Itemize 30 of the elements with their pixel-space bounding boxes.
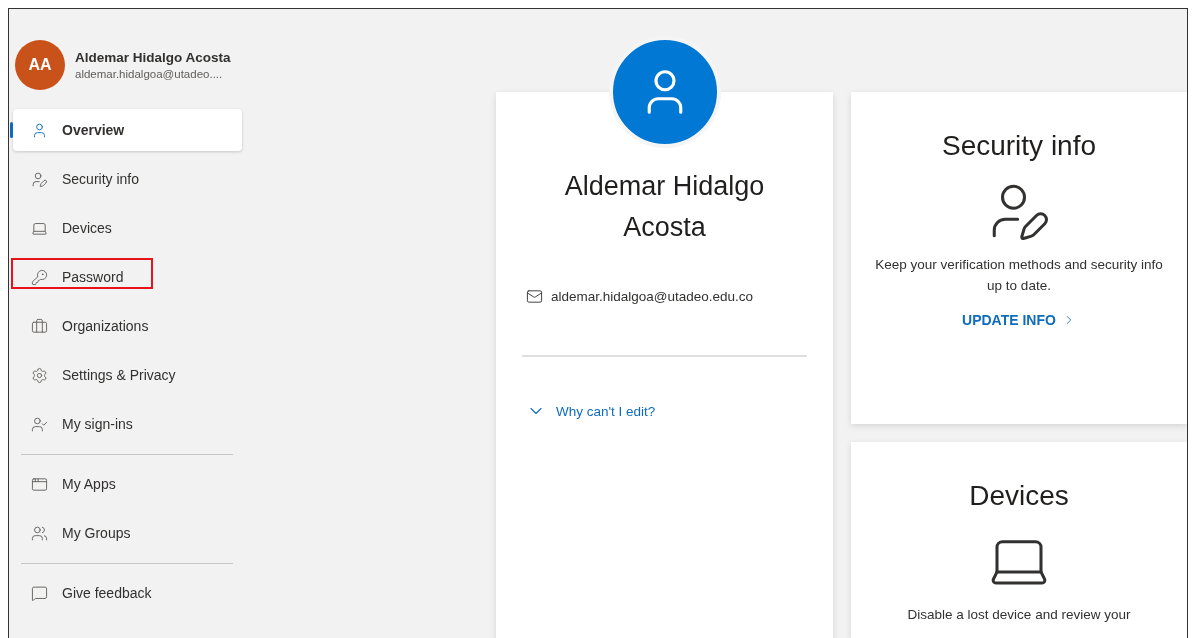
user-avatar: AA [15, 40, 65, 90]
nav-item[interactable]: Give feedback [13, 572, 242, 614]
nav-item[interactable]: My Apps [13, 463, 242, 505]
nav-item[interactable]: Password [13, 256, 242, 298]
nav-item[interactable]: Security info [13, 158, 242, 200]
why-cant-edit-toggle[interactable]: Why can't I edit? [522, 401, 656, 421]
nav-item[interactable]: My Groups [13, 512, 242, 554]
person-check-icon [31, 415, 48, 433]
user-name: Aldemar Hidalgo Acosta [75, 50, 231, 65]
people-icon [31, 524, 48, 542]
card-description: Disable a lost device and review your [907, 605, 1131, 624]
profile-email: aldemar.hidalgoa@utadeo.edu.co [551, 289, 754, 304]
key-icon [31, 268, 48, 286]
profile-name: Aldemar Hidalgo Acosta [563, 170, 766, 244]
card-title: Security info [941, 130, 1097, 162]
nav-item[interactable]: My sign-ins [13, 403, 242, 445]
settings-icon [31, 366, 48, 384]
card-title: Devices [969, 479, 1069, 512]
person-pencil-icon [31, 170, 48, 188]
nav-item[interactable]: Organizations [13, 305, 242, 347]
nav-item[interactable]: Overview [13, 109, 242, 151]
nav-item[interactable]: Settings & Privacy [13, 354, 242, 396]
card-description: Keep your verification methods and security info up to date. [874, 256, 1164, 295]
update-info-link[interactable]: UPDATE INFO [962, 312, 1076, 328]
person-icon [31, 121, 48, 139]
briefcase-icon [31, 317, 48, 335]
user-email: aldemar.hidalgoa@utadeo.... [75, 68, 224, 80]
nav-item[interactable]: Devices [13, 207, 242, 249]
mail-icon [526, 288, 543, 305]
app-window-icon [31, 475, 48, 493]
